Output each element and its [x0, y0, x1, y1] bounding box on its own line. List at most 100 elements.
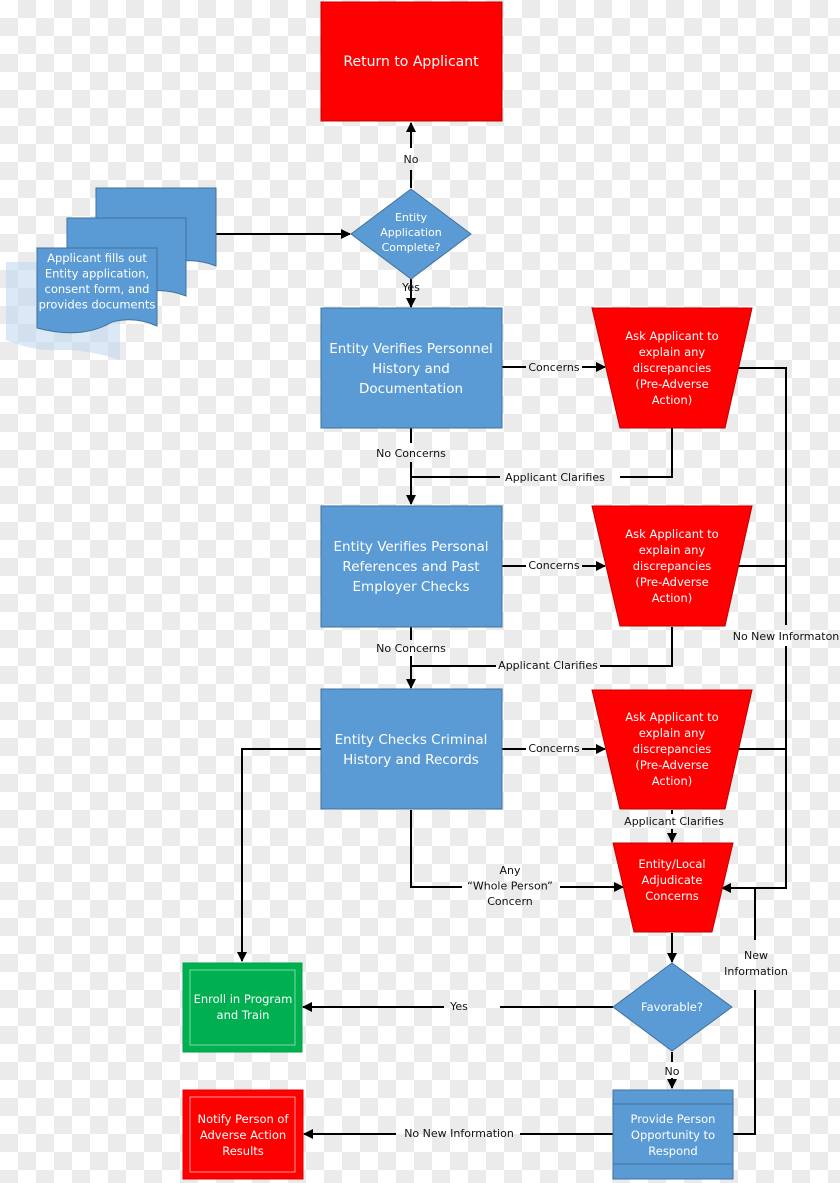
text-line: Ask Applicant to: [625, 527, 718, 541]
label-no-new-info-bottom: No New Information: [404, 1127, 514, 1140]
text-line: Concerns: [528, 742, 579, 755]
text-line: discrepancies: [633, 559, 712, 573]
text-line: Application: [380, 226, 441, 239]
text-line: (Pre-Adverse: [635, 575, 708, 589]
enroll-node[interactable]: Enroll in Program and Train: [182, 962, 303, 1053]
text-line: explain any: [639, 726, 706, 740]
verify-references-label: Entity Verifies Personal References and P…: [333, 539, 488, 595]
text-line: Return to Applicant: [343, 54, 479, 70]
text-line: Employer Checks: [353, 579, 470, 595]
verify-references-node[interactable]: Entity Verifies Personal References and P…: [320, 505, 503, 628]
text-line: provides documents: [39, 298, 156, 312]
provide-opportunity-node[interactable]: Provide Person Opportunity to Respond: [612, 1089, 734, 1180]
text-line: Applicant Clarifies: [498, 659, 598, 672]
edge-clarifies-1a: [620, 428, 673, 478]
text-line: Documentation: [359, 381, 463, 397]
text-line: Entity Verifies Personal: [333, 539, 488, 555]
text-line: Action): [652, 393, 693, 407]
text-line: Applicant Clarifies: [505, 471, 605, 484]
ask-applicant-node-3[interactable]: Ask Applicant to explain any discrepancies…: [591, 689, 753, 810]
label-concerns-1: Concerns: [528, 361, 579, 374]
text-line: No: [404, 153, 419, 166]
text-line: No New Information: [404, 1127, 514, 1140]
flowchart: Applicant fills out Entity application, co…: [6, 1, 840, 1180]
label-no-favorable: No: [665, 1065, 680, 1078]
text-line: Concern: [487, 895, 533, 908]
text-line: and Train: [217, 1008, 270, 1022]
text-line: explain any: [639, 543, 706, 557]
text-line: consent form, and: [45, 282, 150, 296]
text-line: Concerns: [528, 361, 579, 374]
label-new-information: New Information: [724, 949, 788, 978]
text-line: Applicant fills out: [47, 251, 147, 265]
text-line: Entity: [395, 211, 428, 224]
label-no-new-info-side: No New Informaton: [733, 630, 840, 643]
label-yes-favorable: Yes: [449, 1000, 468, 1013]
applicant-documents-node[interactable]: Applicant fills out Entity application, co…: [6, 187, 217, 360]
text-line: References and Past: [342, 559, 479, 575]
text-line: Complete?: [382, 241, 441, 254]
label-whole-person: Any “Whole Person” Concern: [467, 864, 553, 908]
label-no-concerns-1: No Concerns: [376, 447, 446, 460]
return-to-applicant-node[interactable]: Return to Applicant: [320, 1, 503, 122]
text-line: Any: [499, 864, 520, 877]
application-complete-decision[interactable]: Entity Application Complete?: [350, 188, 472, 280]
text-line: No: [665, 1065, 680, 1078]
text-line: History and Records: [343, 752, 479, 768]
text-line: explain any: [639, 345, 706, 359]
text-line: Yes: [449, 1000, 468, 1013]
text-line: Enroll in Program: [194, 992, 293, 1006]
text-line: Applicant Clarifies: [624, 815, 724, 828]
edge-clarifies-2a: [600, 627, 673, 667]
label-clarifies-3: Applicant Clarifies: [624, 815, 724, 828]
text-line: discrepancies: [633, 361, 712, 375]
text-line: Adverse Action: [200, 1128, 286, 1142]
text-line: Entity Checks Criminal: [335, 732, 488, 748]
text-line: New: [744, 949, 768, 962]
text-line: “Whole Person”: [467, 880, 553, 893]
applicant-documents-label: Applicant fills out Entity application, co…: [39, 251, 156, 312]
edge-whole-person-a: [410, 810, 462, 888]
edge-no-new-info-bus-a: [736, 367, 787, 625]
text-line: No New Informaton: [733, 630, 840, 643]
favorable-label: Favorable?: [641, 1000, 703, 1014]
return-to-applicant-label: Return to Applicant: [343, 54, 479, 70]
check-criminal-node[interactable]: Entity Checks Criminal History and Record…: [320, 688, 503, 810]
text-line: Entity Verifies Personnel: [329, 341, 493, 357]
text-line: Action): [652, 774, 693, 788]
text-line: Opportunity to: [631, 1128, 715, 1142]
adjudicate-node[interactable]: Entity/Local Adjudicate Concerns: [612, 842, 734, 933]
text-line: Ask Applicant to: [625, 710, 718, 724]
text-line: Ask Applicant to: [625, 329, 718, 343]
text-line: Adjudicate: [642, 873, 703, 887]
adjudicate-label: Entity/Local Adjudicate Concerns: [638, 857, 705, 903]
label-no-return: No: [404, 153, 419, 166]
text-line: Respond: [648, 1144, 697, 1158]
label-clarifies-1: Applicant Clarifies: [505, 471, 605, 484]
label-yes-complete: Yes: [401, 281, 420, 294]
label-clarifies-2: Applicant Clarifies: [498, 659, 598, 672]
label-no-concerns-2: No Concerns: [376, 642, 446, 655]
text-line: No Concerns: [376, 447, 446, 460]
ask-applicant-node-1[interactable]: Ask Applicant to explain any discrepancies…: [591, 307, 753, 429]
notify-adverse-node[interactable]: Notify Person of Adverse Action Results: [182, 1089, 304, 1180]
text-line: Entity application,: [45, 267, 149, 281]
text-line: (Pre-Adverse: [635, 758, 708, 772]
label-concerns-2: Concerns: [528, 559, 579, 572]
text-line: Yes: [401, 281, 420, 294]
ask-applicant-node-2[interactable]: Ask Applicant to explain any discrepancies…: [591, 505, 753, 627]
text-line: No Concerns: [376, 642, 446, 655]
text-line: History and: [372, 361, 450, 377]
favorable-decision[interactable]: Favorable?: [612, 962, 733, 1052]
label-concerns-3: Concerns: [528, 742, 579, 755]
text-line: Provide Person: [631, 1112, 716, 1126]
verify-personnel-node[interactable]: Entity Verifies Personnel History and Docu…: [320, 307, 503, 429]
text-line: Concerns: [645, 889, 699, 903]
text-line: Notify Person of: [197, 1112, 289, 1126]
text-line: Information: [724, 965, 788, 978]
text-line: Action): [652, 591, 693, 605]
edge-criminal-to-enroll: [237, 748, 321, 962]
text-line: Concerns: [528, 559, 579, 572]
text-line: Favorable?: [641, 1000, 703, 1014]
text-line: Results: [222, 1144, 264, 1158]
